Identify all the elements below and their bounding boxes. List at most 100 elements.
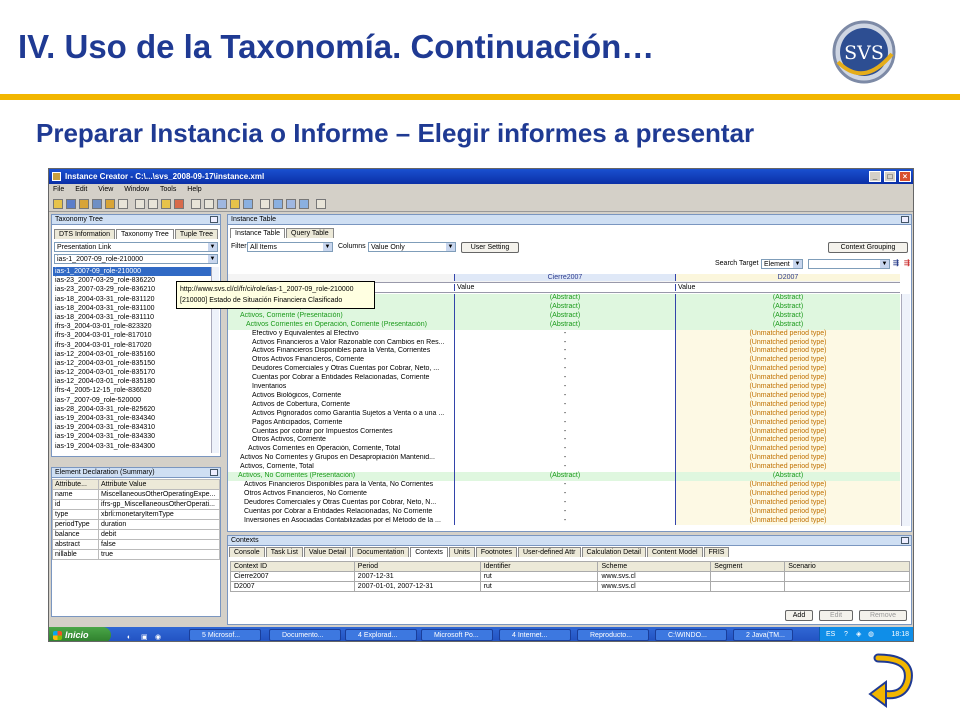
bottom-tab-value-detail[interactable]: Value Detail (303, 547, 352, 557)
taskbar-item[interactable]: C:\WINDO... (655, 629, 727, 641)
cell-cierre2007[interactable]: - (454, 454, 675, 464)
cell-cierre2007[interactable]: - (454, 383, 675, 392)
bottom-tab-user-defined-attr[interactable]: User-defined Attr (517, 547, 581, 557)
role-list-item[interactable]: ias-1_2007-09_role-210000 (53, 267, 213, 277)
instance-row[interactable]: Activos Corrientes en Operación, Corrien… (228, 320, 900, 330)
bottom-tab-fris[interactable]: FRIS (703, 547, 730, 557)
attribute-row[interactable]: balance debit (52, 529, 220, 540)
cell-d2007[interactable]: (Unmatched period type) (675, 347, 900, 357)
role-list-item[interactable]: ias-12_2004-03-01_role-835180 (53, 377, 213, 386)
cell-d2007[interactable]: (Unmatched period type) (675, 365, 900, 375)
role-list-item[interactable]: ias-12_2004-03-01_role-835150 (53, 359, 213, 368)
bottom-tab-documentation[interactable]: Documentation (352, 547, 410, 557)
cell-d2007[interactable]: (Unmatched period type) (675, 409, 900, 419)
taskbar-item[interactable]: Documento... (269, 629, 341, 641)
language-indicator[interactable]: ES (826, 627, 835, 641)
search-input[interactable]: ▼ (808, 259, 890, 269)
role-list-item[interactable]: ias-12_2004-03-01_role-835170 (53, 368, 213, 377)
instance-row[interactable]: Activos Financieros a Valor Razonable co… (228, 338, 900, 348)
instance-row[interactable]: Activos No Corrientes y Grupos en Desapr… (228, 454, 900, 464)
instance-row[interactable]: Activos Pignorados como Garantía Sujetos… (228, 409, 900, 419)
validate-icon[interactable] (161, 199, 171, 209)
instance-row[interactable]: Otros Activos Financieros, Corriente - (Un… (228, 356, 900, 366)
cell-d2007[interactable]: (Unmatched period type) (675, 400, 900, 410)
instance-row[interactable]: Inversiones en Asociadas Contabilizadas … (228, 516, 900, 526)
taskbar-item[interactable]: 4 Explorad... (345, 629, 417, 641)
maximize-button[interactable]: □ (884, 171, 896, 182)
cell-cierre2007[interactable]: - (454, 427, 675, 437)
cell-cierre2007[interactable]: - (454, 347, 675, 357)
export-icon[interactable] (92, 199, 102, 209)
cell-d2007[interactable]: (Unmatched period type) (675, 498, 900, 508)
import-icon[interactable] (66, 199, 76, 209)
cell-d2007[interactable]: (Unmatched period type) (675, 338, 900, 348)
cell-cierre2007[interactable]: - (454, 498, 675, 508)
cell-cierre2007[interactable]: (Abstract) (454, 311, 675, 321)
role-list-item[interactable]: ias-19_2004-03-31_role-834300 (53, 442, 213, 451)
bottom-tab-console[interactable]: Console (229, 547, 265, 557)
instance-row[interactable]: Activos de Cobertura, Corriente - (Unmatch… (228, 400, 900, 410)
menu-tools[interactable]: Tools (160, 186, 176, 193)
quick-launch-media-icon[interactable]: ◉ (155, 630, 161, 641)
menu-view[interactable]: View (98, 186, 113, 193)
contexts-column-header[interactable]: Period (353, 561, 481, 572)
role-list-item[interactable]: ias-19_2004-03-31_role-834340 (53, 414, 213, 423)
check-icon[interactable] (174, 199, 184, 209)
contexts-column-header[interactable]: Segment (710, 561, 786, 572)
attribute-row[interactable]: abstract false (52, 539, 220, 550)
cell-d2007[interactable]: (Unmatched period type) (675, 374, 900, 383)
columns-select[interactable]: Value Only ▼ (368, 242, 456, 252)
cell-d2007[interactable]: (Unmatched period type) (675, 356, 900, 366)
panel-maximize-icon[interactable] (901, 216, 909, 223)
instance-row[interactable]: Cuentas por cobrar por Impuestos Corrien… (228, 427, 900, 437)
cell-cierre2007[interactable]: - (454, 418, 675, 428)
table-icon[interactable] (230, 199, 240, 209)
instance-row[interactable]: Activos, No Corrientes (Presentación) (Ab… (228, 472, 900, 481)
attribute-row[interactable]: name MiscellaneousOtherOperatingExpe... (52, 489, 220, 500)
cell-cierre2007[interactable]: - (454, 436, 675, 446)
image-icon[interactable] (217, 199, 227, 209)
save-icon[interactable] (135, 199, 145, 209)
cell-cierre2007[interactable]: - (454, 400, 675, 410)
curved-return-arrow-icon[interactable] (868, 652, 918, 710)
cell-cierre2007[interactable]: - (454, 445, 675, 455)
cell-d2007[interactable]: (Unmatched period type) (675, 418, 900, 428)
package-icon[interactable] (105, 199, 115, 209)
minimize-button[interactable]: _ (869, 171, 881, 182)
find-next-icon[interactable]: ⇶ (893, 259, 899, 267)
quick-launch-ie-icon[interactable]: ◐ (127, 630, 131, 641)
attribute-row[interactable]: type xbrli:monetaryItemType (52, 509, 220, 520)
cell-d2007[interactable]: (Abstract) (675, 302, 900, 312)
open-icon[interactable] (53, 199, 63, 209)
role-list-item[interactable]: ias-18_2004-03-31_role-831110 (53, 313, 213, 322)
taskbar-item[interactable]: 4 Internet... (499, 629, 571, 641)
cell-cierre2007[interactable]: - (454, 374, 675, 383)
cell-cierre2007[interactable]: - (454, 329, 675, 339)
instance-row[interactable]: Pagos Anticipados, Corriente - (Unmatched … (228, 418, 900, 428)
cell-cierre2007[interactable]: - (454, 391, 675, 401)
bottom-tab-units[interactable]: Units (448, 547, 475, 557)
attribute-row[interactable]: id ifrs-gp_MiscellaneousOtherOperati... (52, 499, 220, 510)
cell-d2007[interactable]: (Unmatched period type) (675, 507, 900, 517)
cell-d2007[interactable]: (Unmatched period type) (675, 436, 900, 446)
column-header-attribute[interactable]: Attribute... (52, 479, 99, 490)
start-button[interactable]: Inicio (49, 627, 111, 641)
panel-maximize-icon[interactable] (210, 469, 218, 476)
role-list-item[interactable]: ifrs-3_2004-03-01_role-823320 (53, 322, 213, 331)
instance-table-scrollbar[interactable] (901, 294, 910, 526)
bottom-tab-calculation-detail[interactable]: Calculation Detail (581, 547, 646, 557)
role-list-item[interactable]: ias-19_2004-03-31_role-834330 (53, 432, 213, 441)
instance-row[interactable]: Activos Biológicos, Corriente - (Unmatched… (228, 391, 900, 401)
network-tray-icon[interactable]: ◈ (856, 627, 861, 641)
panel-maximize-icon[interactable] (210, 216, 218, 223)
contexts-column-header[interactable]: Scheme (597, 561, 712, 572)
role-list-item[interactable]: ifrs-3_2004-03-01_role-817020 (53, 341, 213, 350)
menu-file[interactable]: File (53, 186, 64, 193)
tab-dts-information[interactable]: DTS Information (54, 229, 115, 239)
taskbar-item[interactable]: Reproducto... (577, 629, 649, 641)
instance-row[interactable]: Activos Financieros Disponibles para la … (228, 347, 900, 357)
column-cierre2007[interactable]: Cierre2007 (454, 274, 675, 281)
quick-launch-outlook-icon[interactable]: ▣ (141, 630, 148, 641)
contexts-column-header[interactable]: Context ID (230, 561, 355, 572)
print-icon[interactable] (148, 199, 158, 209)
